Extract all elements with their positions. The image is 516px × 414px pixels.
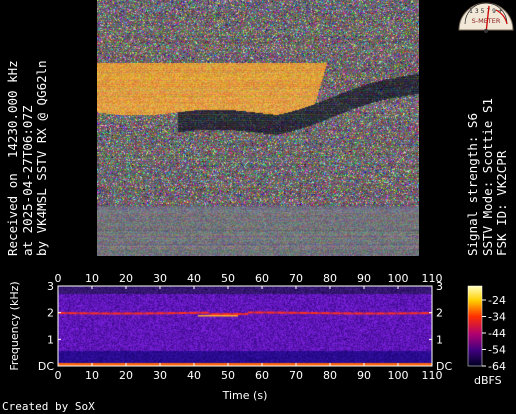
x-tick-label-top: 50 bbox=[221, 272, 235, 285]
s-meter-label: S-METER bbox=[472, 17, 501, 25]
colorbar bbox=[467, 285, 483, 367]
caption-frequency: Received on 14230.000 kHz bbox=[5, 60, 20, 256]
caption-sstv-mode: SSTV Mode: Scottie S1 bbox=[479, 97, 495, 256]
x-tick-label-bottom: 60 bbox=[255, 369, 269, 382]
caption-time: at 2025-04-27T06:07Z bbox=[19, 105, 35, 256]
caption-signal-strength: Signal strength: S6 bbox=[465, 113, 480, 256]
x-tick-label-bottom: 20 bbox=[119, 369, 133, 382]
x-tick-label-bottom: 30 bbox=[153, 369, 167, 382]
x-tick-label-bottom: 40 bbox=[187, 369, 201, 382]
s-meter: 1 3 5 7 9 + S-METER bbox=[458, 2, 514, 34]
s-meter-scale: 1 3 5 7 9 + bbox=[469, 8, 503, 15]
credit-text: Created by SoX bbox=[2, 400, 95, 413]
x-tick-label-bottom: 50 bbox=[221, 369, 235, 382]
x-tick-label-top: 70 bbox=[289, 272, 303, 285]
y-tick-label-right: 2 bbox=[436, 307, 443, 320]
x-tick-label-top: 10 bbox=[85, 272, 99, 285]
x-tick-label-top: 60 bbox=[255, 272, 269, 285]
x-tick-label-top: 0 bbox=[55, 272, 62, 285]
x-tick-label-top: 100 bbox=[388, 272, 409, 285]
x-tick-label-bottom: 80 bbox=[323, 369, 337, 382]
colorbar-tick-label: -34 bbox=[488, 311, 506, 324]
colorbar-tick-label: -44 bbox=[488, 327, 506, 340]
colorbar-tick-label: -24 bbox=[488, 294, 506, 307]
x-tick-label-top: 20 bbox=[119, 272, 133, 285]
x-axis-label: Time (s) bbox=[222, 389, 268, 401]
y-tick-label-left: 3 bbox=[47, 280, 54, 293]
x-tick-label-top: 90 bbox=[357, 272, 371, 285]
caption-station: by VK4MSL SSTV RX @ QG62ln bbox=[34, 60, 49, 256]
signal-caption: Signal strength: S6 SSTV Mode: Scottie S… bbox=[465, 0, 510, 256]
y-tick-label-right: 3 bbox=[436, 280, 443, 293]
colorbar-tick-label: -64 bbox=[488, 360, 506, 373]
y-axis-label: Frequency (kHz) bbox=[8, 281, 21, 370]
y-tick-label-right: 1 bbox=[436, 333, 443, 346]
x-tick-label-top: 30 bbox=[153, 272, 167, 285]
spectrogram-heatmap bbox=[58, 286, 432, 366]
x-tick-label-bottom: 70 bbox=[289, 369, 303, 382]
reception-caption: Received on 14230.000 kHz at 2025-04-27T… bbox=[5, 0, 50, 256]
colorbar-tick-label: -54 bbox=[488, 344, 506, 357]
spectrogram: 0 10 20 30 40 50 60 70 80 90 100 110 0 10 20 30 40 50 60 7… bbox=[8, 272, 506, 401]
y-tick-label-left: 2 bbox=[47, 307, 54, 320]
y-tick-label-right: DC bbox=[436, 360, 452, 373]
caption-fsk-id: FSK ID: VK2CPR bbox=[494, 150, 509, 256]
y-tick-label-left: 1 bbox=[47, 333, 54, 346]
spectrogram-plot-area bbox=[58, 286, 432, 366]
colorbar-ticks: -24 -34 -44 -54 -64 bbox=[482, 294, 506, 373]
x-tick-label-bottom: 10 bbox=[85, 369, 99, 382]
y-tick-label-left: DC bbox=[38, 360, 54, 373]
colorbar-label: dBFS bbox=[474, 374, 502, 387]
x-tick-label-top: 40 bbox=[187, 272, 201, 285]
x-tick-label-top: 80 bbox=[323, 272, 337, 285]
x-tick-label-bottom: 90 bbox=[357, 369, 371, 382]
x-tick-label-bottom: 100 bbox=[388, 369, 409, 382]
sstv-image bbox=[97, 0, 419, 256]
x-tick-label-bottom: 0 bbox=[55, 369, 62, 382]
